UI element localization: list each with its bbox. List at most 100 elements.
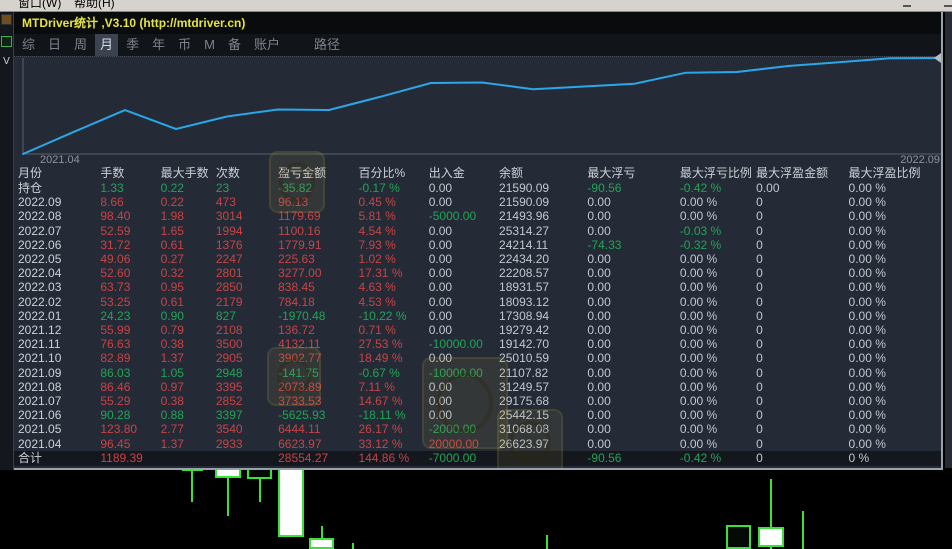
value-cell: 14.67 %: [358, 394, 403, 409]
table-row[interactable]: 2021.07 55.29 0.38 2852 3733.53 14.67 % 0.00 29…: [14, 394, 941, 409]
value-cell: 19142.70: [499, 337, 550, 352]
value-cell: 19279.42: [499, 323, 550, 338]
value-cell: 0.00 %: [679, 209, 718, 224]
image-icon[interactable]: [1, 36, 12, 47]
column-header: 出入金: [428, 166, 465, 180]
value-cell: -0.42 %: [679, 450, 722, 465]
value-cell: 82.89: [100, 351, 131, 366]
month-cell: 持仓: [18, 181, 43, 195]
value-cell: 24.23: [100, 308, 131, 323]
value-cell: 18931.57: [499, 280, 550, 295]
value-cell: 26623.97: [499, 436, 550, 451]
value-cell: 1.05: [160, 365, 184, 380]
window-title-bar[interactable]: MTDriver统计 ,V3.10 (http://mtdriver.cn): [14, 12, 941, 34]
value-cell: 3277.00: [278, 266, 322, 281]
table-row[interactable]: 2022.01 24.23 0.90 827 -1970.48 -10.22 % 0.00 1…: [14, 308, 941, 323]
toolbar-item-8[interactable]: 备: [223, 34, 246, 56]
value-cell: 0 %: [848, 450, 870, 465]
table-row[interactable]: 2022.06 31.72 0.61 1376 1779.91 7.93 % 0.00 242…: [14, 237, 941, 252]
table-row[interactable]: 2021.05 123.80 2.77 3540 6444.11 26.17 % -2000…: [14, 422, 941, 437]
toolbar-item-6[interactable]: 币: [173, 34, 196, 56]
value-cell: 0.00 %: [848, 294, 886, 309]
value-cell: 18093.12: [499, 294, 550, 309]
toolbar-item-7[interactable]: M: [199, 34, 220, 56]
month-cell: 2022.04: [18, 266, 62, 281]
left-toolbar: V: [0, 11, 14, 470]
value-cell: 0.95: [160, 280, 184, 295]
table-row[interactable]: 2021.11 76.63 0.38 3500 4132.11 27.53 % -10000…: [14, 337, 941, 352]
toolbar-item-1[interactable]: 日: [43, 34, 66, 56]
month-cell: 2021.07: [18, 394, 62, 409]
value-cell: 0.00: [587, 209, 611, 224]
value-cell: 0: [756, 337, 763, 352]
table-row[interactable]: 2022.04 52.60 0.32 2801 3277.00 17.31 % 0.00 22…: [14, 266, 941, 281]
table-row[interactable]: 2022.09 8.66 0.22 473 96.13 0.45 % 0.00 21590.0…: [14, 195, 941, 210]
value-cell: 136.72: [278, 323, 315, 338]
table-row[interactable]: 2021.10 82.89 1.37 2905 3902.77 18.49 % 0.00 25…: [14, 351, 941, 366]
menu-item-help[interactable]: 帮助(H): [74, 0, 115, 11]
toolbar-item-2[interactable]: 周: [69, 34, 92, 56]
value-cell: 0.00 %: [679, 337, 718, 352]
value-cell: 96.13: [278, 195, 309, 210]
value-cell: 0.00 %: [679, 351, 718, 366]
value-cell: 55.29: [100, 394, 131, 409]
value-cell: 0.00: [587, 379, 611, 394]
toolbar-item-path[interactable]: 路径: [314, 35, 340, 55]
value-cell: 784.18: [278, 294, 315, 309]
month-cell: 2022.09: [18, 195, 62, 210]
value-cell: 22434.20: [499, 252, 550, 267]
candle-wick: [191, 468, 193, 502]
value-cell: 0.00: [428, 237, 453, 252]
doc-icon[interactable]: [1, 14, 12, 25]
table-row[interactable]: 2021.12 55.99 0.79 2108 136.72 0.71 % 0.00 1927…: [14, 323, 941, 338]
value-cell: 1.98: [160, 209, 184, 224]
table-row[interactable]: 2021.08 86.46 0.97 3395 2073.89 7.11 % 0.00 312…: [14, 379, 941, 394]
toolbar-item-4[interactable]: 季: [121, 34, 144, 56]
value-cell: 20000.00: [428, 436, 479, 451]
value-cell: 0.00 %: [848, 351, 886, 366]
value-cell: 0.00 %: [679, 252, 718, 267]
value-cell: 0.38: [160, 394, 184, 409]
value-cell: 827: [215, 308, 236, 323]
value-cell: 0.00: [587, 294, 611, 309]
value-cell: -0.32 %: [679, 237, 722, 252]
value-cell: 123.80: [100, 422, 138, 437]
value-cell: 49.06: [100, 252, 131, 267]
toolbar-item-0[interactable]: 综: [17, 34, 40, 56]
minimize-icon[interactable]: [903, 5, 911, 7]
value-cell: 52.60: [100, 266, 131, 281]
toolbar-item-9[interactable]: 账户: [249, 34, 285, 56]
value-cell: 0.00 %: [679, 436, 718, 451]
value-cell: 473: [215, 195, 236, 210]
value-cell: 0.97: [160, 379, 184, 394]
table-row[interactable]: 2022.07 52.59 1.65 1994 1100.16 4.54 % 0.00 253…: [14, 223, 941, 238]
toolbar-item-5[interactable]: 年: [147, 34, 170, 56]
value-cell: 0.27: [160, 252, 184, 267]
value-cell: 8.66: [100, 195, 124, 210]
value-cell: -1970.48: [278, 308, 326, 323]
table-row[interactable]: 2022.02 53.25 0.61 2179 784.18 4.53 % 0.00 1809…: [14, 294, 941, 309]
table-row[interactable]: 2021.04 96.45 1.37 2933 6623.97 33.12 % 20000.…: [14, 436, 941, 451]
value-cell: 52.59: [100, 223, 131, 238]
value-cell: 21493.96: [499, 209, 550, 224]
table-total-row[interactable]: 合计 1189.39 28554.27 144.86 % -7000.00 -90.56 -…: [14, 450, 941, 467]
table-row[interactable]: 2021.06 90.28 0.88 3397 -5625.93 -18.11 % 0.00…: [14, 408, 941, 423]
value-cell: 17.31 %: [358, 266, 403, 281]
value-cell: 0.00: [428, 266, 453, 281]
table-row[interactable]: 2022.05 49.06 0.27 2247 225.63 1.02 % 0.00 2243…: [14, 252, 941, 267]
table-row[interactable]: 2022.03 63.73 0.95 2850 838.45 4.63 % 0.00 1893…: [14, 280, 941, 295]
scroll-left-arrow-icon[interactable]: [934, 53, 941, 63]
value-cell: 76.63: [100, 337, 131, 352]
table-row[interactable]: 持仓 1.33 0.22 23 -35.82 -0.17 % 0.00 21590.09 -90…: [14, 181, 941, 195]
value-cell: 1100.16: [278, 223, 321, 238]
month-cell: 2022.01: [18, 308, 62, 323]
menu-item-window[interactable]: 窗口(W): [18, 0, 61, 11]
value-cell: 0.00: [428, 408, 453, 423]
value-cell: 0.00 %: [848, 323, 886, 338]
table-row[interactable]: 2021.09 86.03 1.05 2948 -141.75 -0.67 % -10000…: [14, 365, 941, 380]
toolbar-item-3[interactable]: 月: [95, 34, 119, 56]
value-cell: 0.00: [428, 181, 453, 195]
table-row[interactable]: 2022.08 98.40 1.98 3014 1179.69 5.81 % -5000.0…: [14, 209, 941, 224]
window-control-icon[interactable]: [944, 5, 952, 7]
value-cell: 53.25: [100, 294, 131, 309]
